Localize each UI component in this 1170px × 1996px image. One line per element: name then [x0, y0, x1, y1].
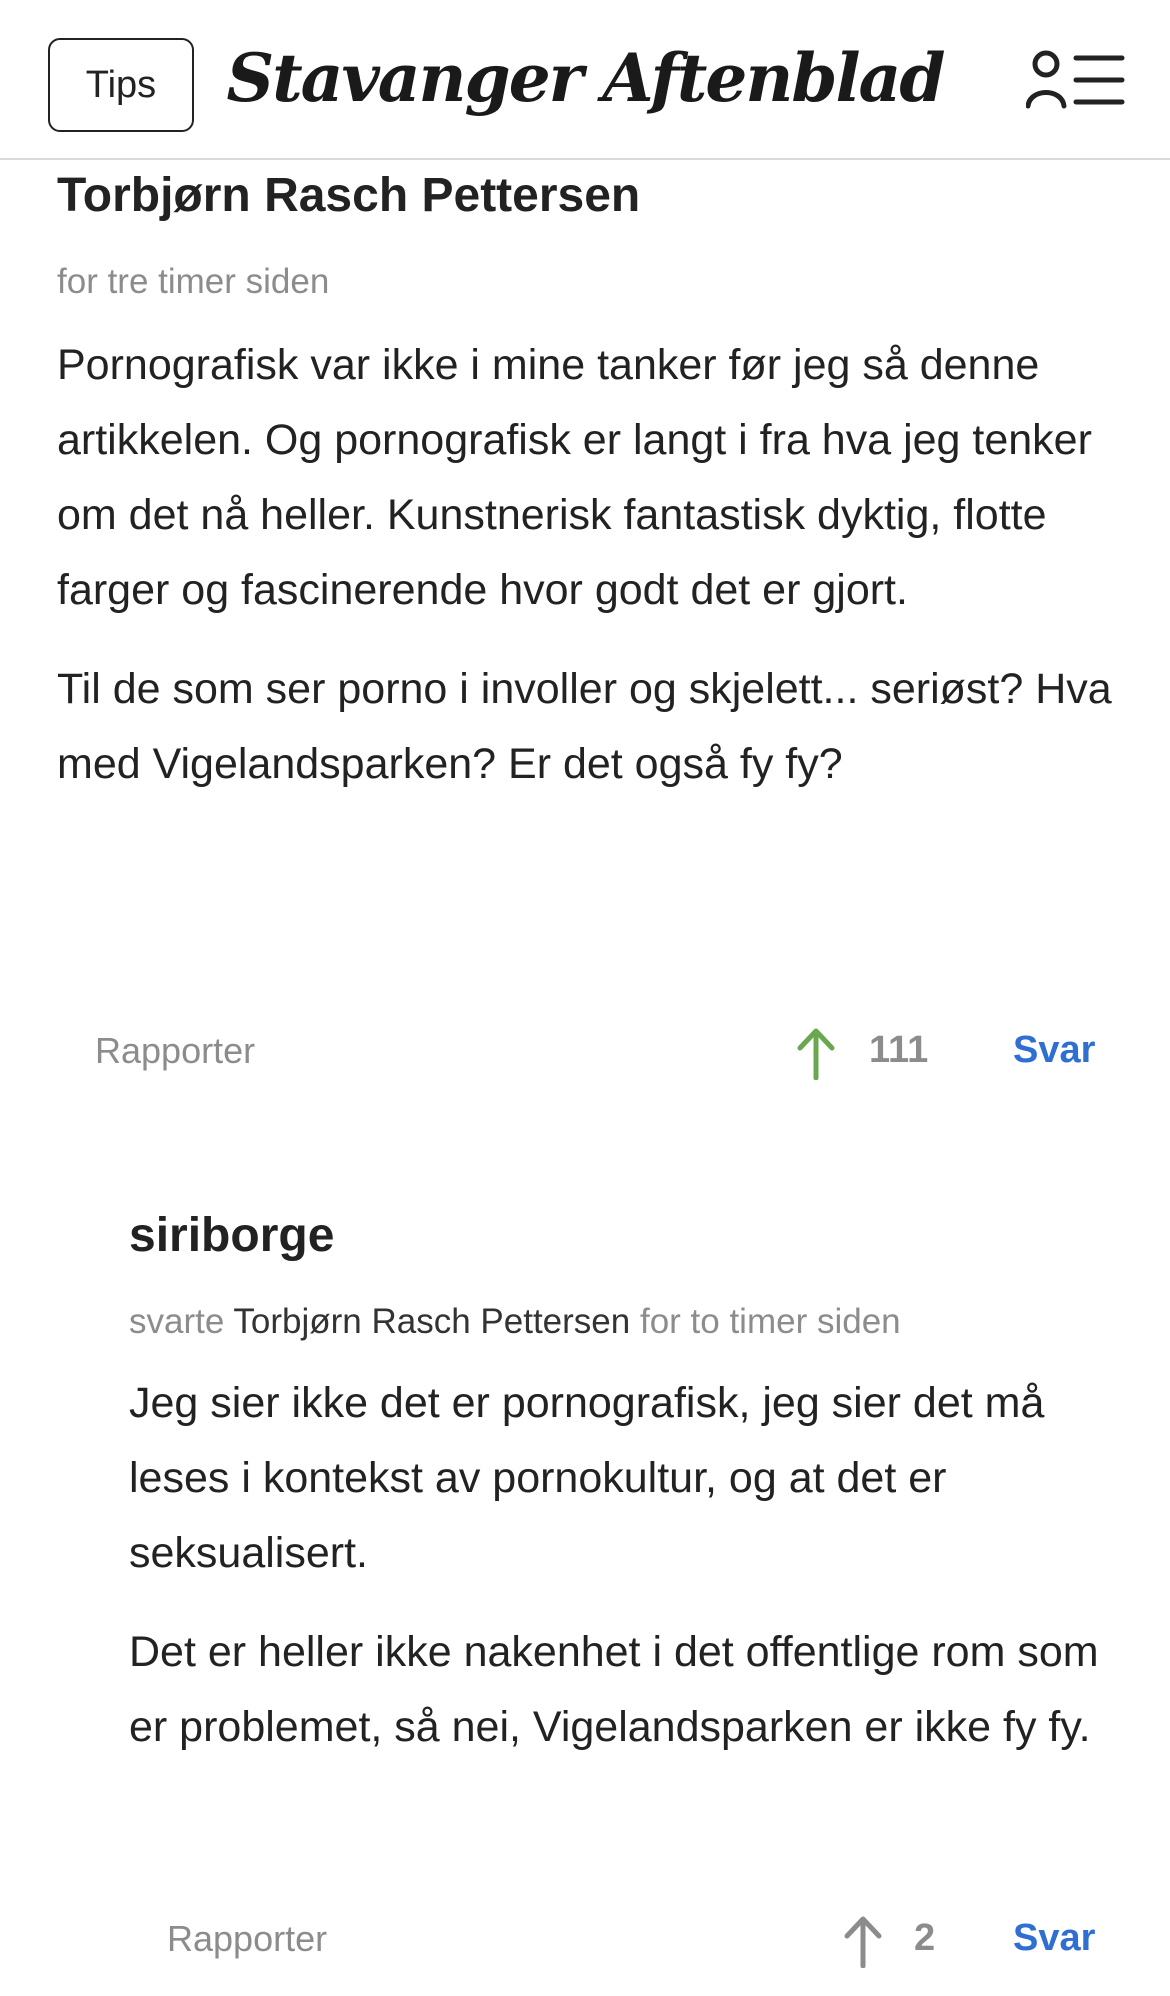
reply-button[interactable]: Svar — [1013, 1029, 1095, 1072]
site-header: Tips Stavanger Aftenblad — [0, 0, 1170, 160]
comment-timestamp: for tre timer siden — [57, 262, 330, 301]
report-button[interactable]: Rapporter — [167, 1918, 327, 1960]
site-logo[interactable]: Stavanger Aftenblad — [227, 30, 946, 126]
tips-button[interactable]: Tips — [48, 38, 194, 132]
comment-timestamp: for to timer siden — [639, 1302, 901, 1341]
user-menu-button[interactable] — [1025, 50, 1126, 110]
replied-to-author[interactable]: Torbjørn Rasch Pettersen — [233, 1302, 630, 1341]
comment-paragraph: Pornografisk var ikke i mine tanker før … — [57, 341, 1092, 614]
comment-author[interactable]: siriborge — [129, 1208, 334, 1263]
comment-reply-meta: svarte Torbjørn Rasch Pettersen for to t… — [129, 1302, 901, 1342]
report-button[interactable]: Rapporter — [95, 1030, 255, 1072]
comment-paragraph: Jeg sier ikke det er pornografisk, jeg s… — [129, 1379, 1045, 1577]
comment-paragraph: Det er heller ikke nakenhet i det offent… — [129, 1628, 1099, 1751]
comment-paragraph: Til de som ser porno i involler og skjel… — [57, 665, 1112, 788]
comment-body: Pornografisk var ikke i mine tanker før … — [57, 328, 1117, 826]
comment-author[interactable]: Torbjørn Rasch Pettersen — [57, 168, 640, 223]
upvote-arrow-icon[interactable] — [796, 1026, 836, 1080]
comment-body: Jeg sier ikke det er pornografisk, jeg s… — [129, 1366, 1129, 1789]
upvote-count: 2 — [914, 1917, 936, 1959]
reply-button[interactable]: Svar — [1013, 1917, 1095, 1960]
upvote-arrow-icon[interactable] — [843, 1914, 883, 1968]
replied-prefix: svarte — [129, 1302, 225, 1341]
user-menu-icon — [1025, 50, 1125, 109]
upvote-count: 111 — [869, 1029, 929, 1071]
